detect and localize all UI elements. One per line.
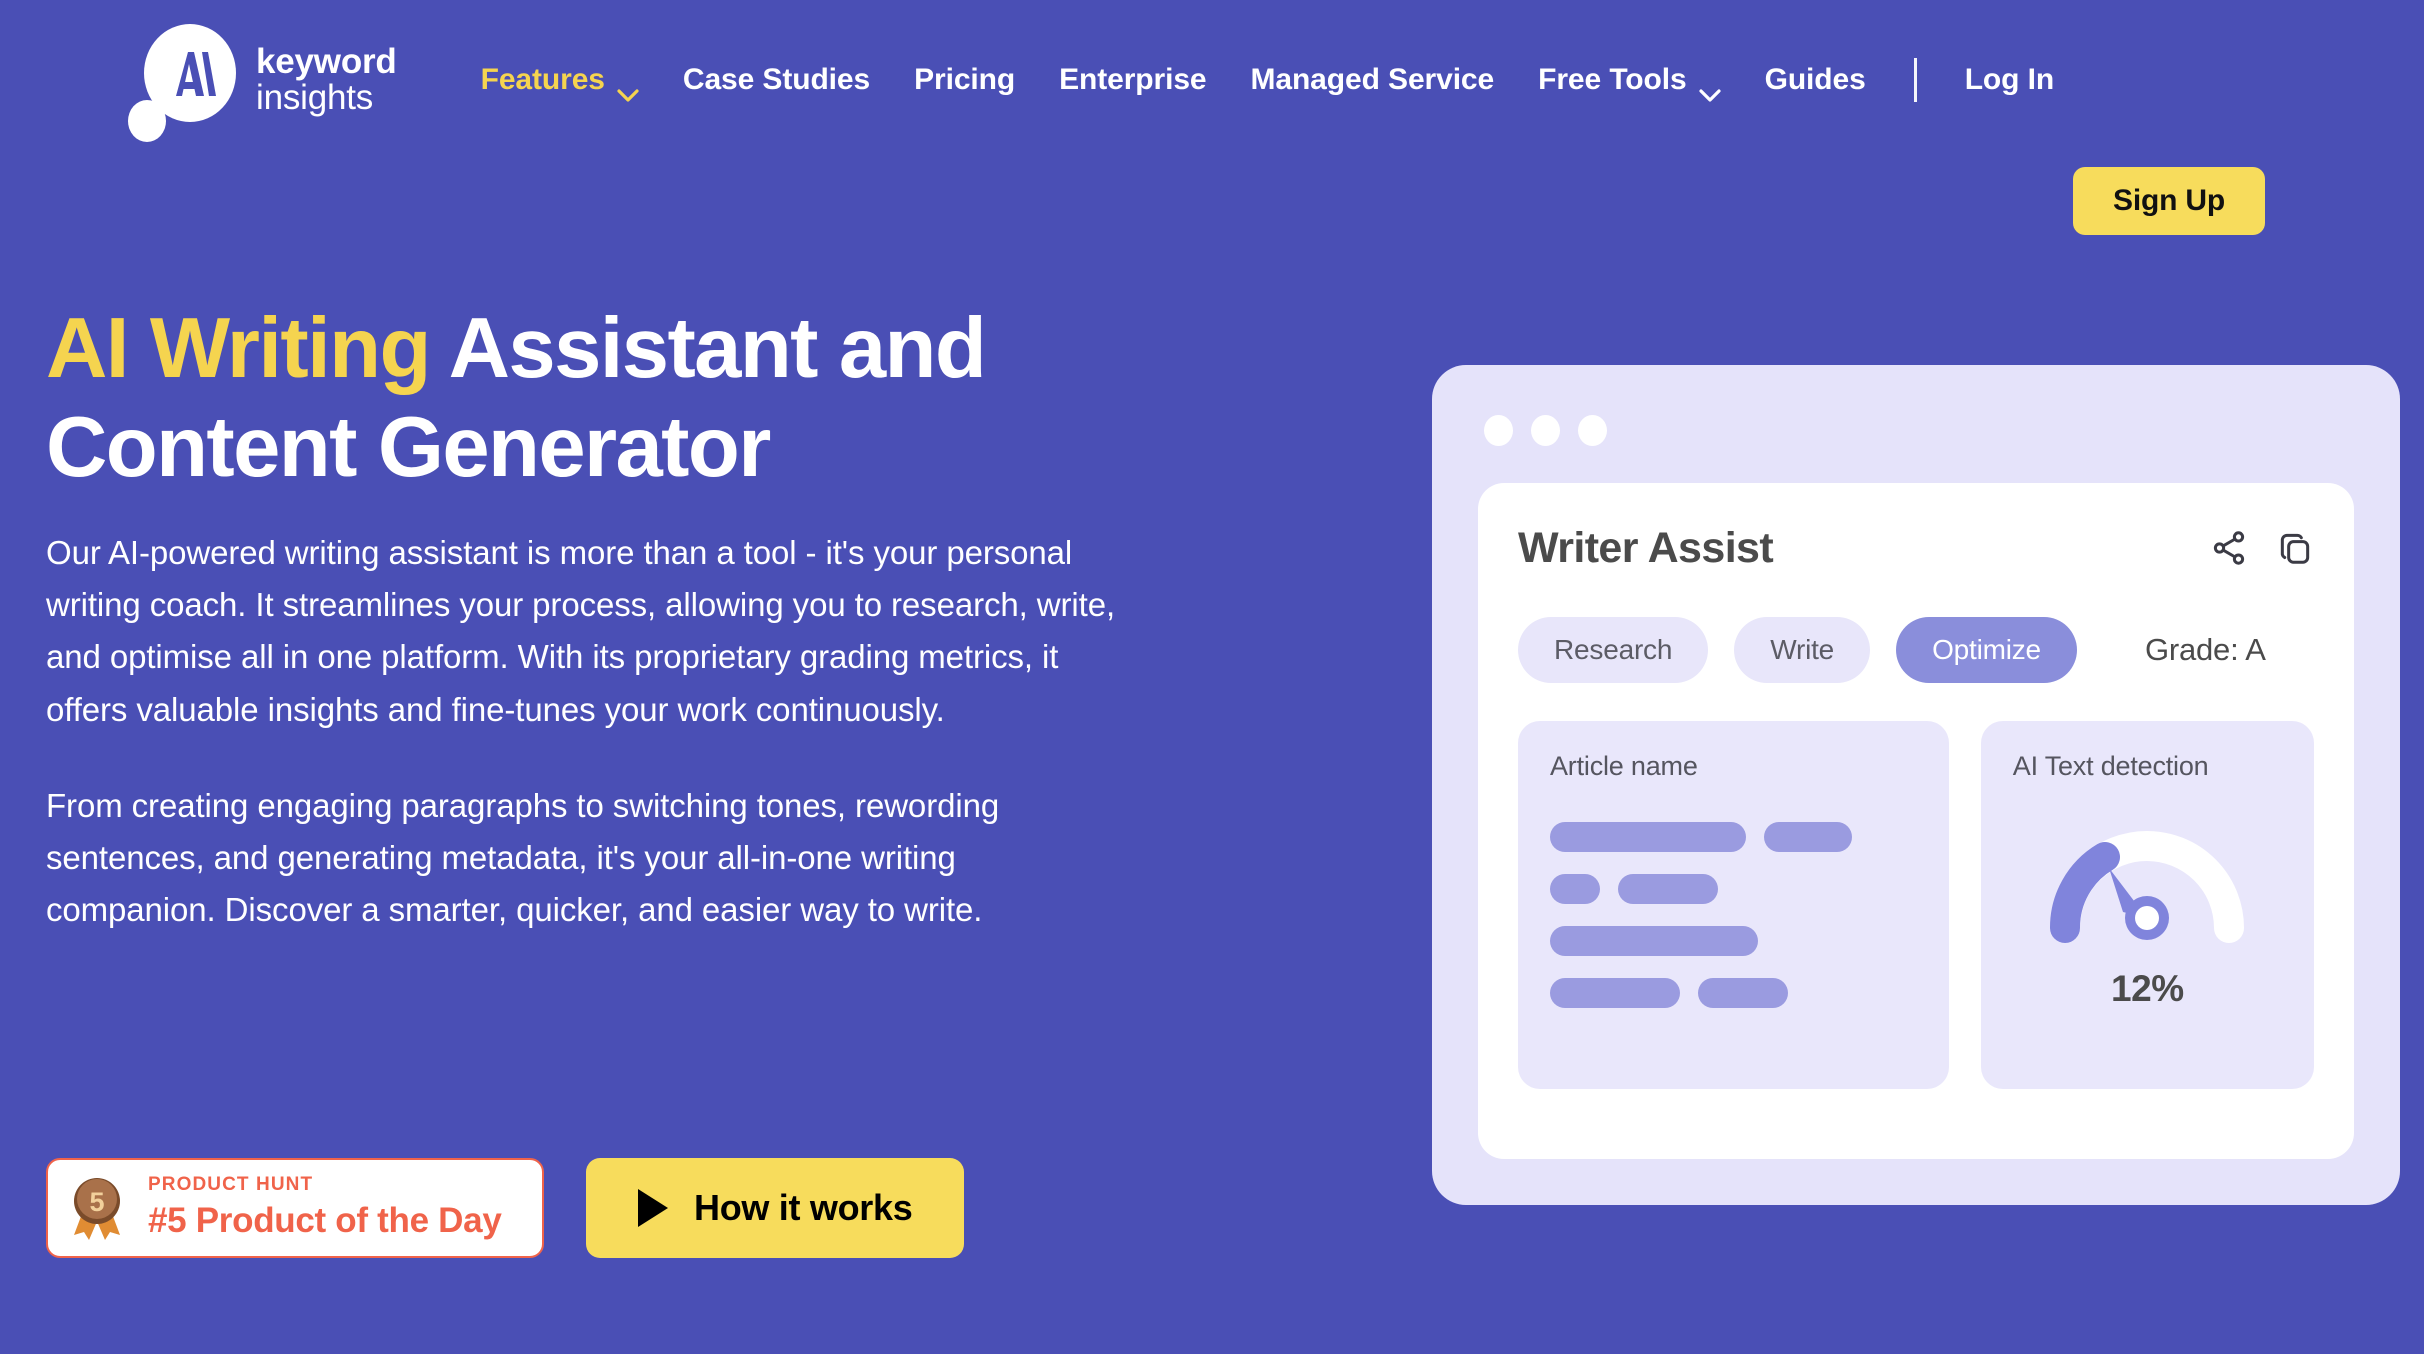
chevron-down-icon [617,76,639,102]
logo-line-2: insights [256,78,374,117]
page-title: AI Writing Assistant and Content Generat… [46,300,1166,497]
hero-paragraph-2: From creating engaging paragraphs to swi… [46,786,1000,928]
nav-label: Case Studies [682,63,871,96]
landing-page: keyword insights Features Case Studies P… [0,0,2424,1354]
nav-label: Free Tools [1538,63,1687,96]
nav-item-managed-service[interactable]: Managed Service [1228,53,1516,107]
skeleton-row [1550,978,1917,1008]
tab-write[interactable]: Write [1734,617,1871,683]
play-icon [638,1189,668,1227]
sign-up-button[interactable]: Sign Up [2073,167,2265,235]
product-hunt-badge[interactable]: 5 PRODUCT HUNT #5 Product of the Day [46,1158,544,1258]
nav-divider [1913,58,1917,102]
hero-paragraph-1: Our AI-powered writing assistant is more… [46,534,1116,728]
nav-item-features[interactable]: Features [459,53,661,107]
nav-item-case-studies[interactable]: Case Studies [661,53,892,107]
skeleton-bar [1550,874,1600,904]
nav-label: Enterprise [1059,63,1207,96]
skeleton-row [1550,926,1917,956]
card-actions [2210,529,2314,567]
site-header: keyword insights Features Case Studies P… [0,0,2424,160]
card-panels: Article name AI Text detection 12% [1518,721,2314,1089]
nav-label: Log In [1964,63,2055,96]
logo-a-glyph [176,52,216,96]
skeleton-bar [1550,822,1746,852]
nav-item-free-tools[interactable]: Free Tools [1516,53,1742,107]
detection-value: 12% [2110,968,2184,1009]
product-hunt-title: #5 Product of the Day [148,1200,502,1240]
nav-item-guides[interactable]: Guides [1743,53,1888,107]
main-navigation: Features Case Studies Pricing Enterprise… [459,53,2076,107]
nav-label: Pricing [914,63,1016,96]
gauge-container: 12% [2013,800,2282,1010]
chevron-down-icon [1698,76,1721,102]
ai-text-detection-panel: AI Text detection 12% [1980,721,2314,1089]
window-controls [1484,415,1607,446]
skeleton-bar [1550,926,1758,956]
gauge-icon [2050,831,2245,943]
share-icon[interactable] [2210,529,2248,567]
nav-label: Managed Service [1250,63,1495,96]
skeleton-bar [1698,978,1788,1008]
tab-research[interactable]: Research [1518,617,1709,683]
logo-line-1: keyword [256,42,397,82]
writer-assist-card: Writer Assist Research Write Optimize Gr… [1478,483,2354,1159]
keyword-insights-logo-icon [128,20,240,142]
grade-label: Grade: A [2144,632,2266,667]
nav-label: Guides [1764,63,1866,96]
mode-tabs: Research Write Optimize Grade: A [1518,617,2314,683]
logo-wordmark: keyword insights [256,44,397,115]
skeleton-bar [1550,978,1680,1008]
article-name-panel: Article name [1518,721,1949,1089]
article-panel-title: Article name [1550,751,1698,781]
logo[interactable]: keyword insights [128,20,397,142]
product-hunt-kicker: PRODUCT HUNT [148,1173,314,1195]
product-mockup: Writer Assist Research Write Optimize Gr… [1432,365,2400,1205]
nav-item-login[interactable]: Log In [1943,53,2076,107]
headline-highlight: AI Writing [46,301,431,396]
how-it-works-button[interactable]: How it works [586,1158,965,1258]
how-it-works-label: How it works [694,1187,913,1228]
medal-icon: 5 [74,1178,120,1240]
skeleton-row [1550,874,1917,904]
skeleton-bar [1618,874,1718,904]
skeleton-row [1550,822,1917,852]
svg-text:5: 5 [89,1187,104,1217]
window-dot [1484,415,1513,446]
copy-icon[interactable] [2276,529,2314,567]
card-title: Writer Assist [1518,523,1774,572]
card-header: Writer Assist [1518,517,2314,579]
detection-panel-title: AI Text detection [2012,751,2209,781]
nav-item-enterprise[interactable]: Enterprise [1037,53,1228,107]
tab-optimize[interactable]: Optimize [1896,617,2077,683]
hero-content: AI Writing Assistant and Content Generat… [46,300,1166,936]
skeleton-bar [1764,822,1852,852]
hero-cta-row: 5 PRODUCT HUNT #5 Product of the Day How… [46,1158,965,1258]
nav-label: Features [480,63,605,96]
window-dot [1531,415,1560,446]
product-hunt-text: PRODUCT HUNT #5 Product of the Day [148,1174,502,1243]
article-skeleton [1550,822,1917,1008]
window-dot [1578,415,1607,446]
nav-item-pricing[interactable]: Pricing [892,53,1037,107]
